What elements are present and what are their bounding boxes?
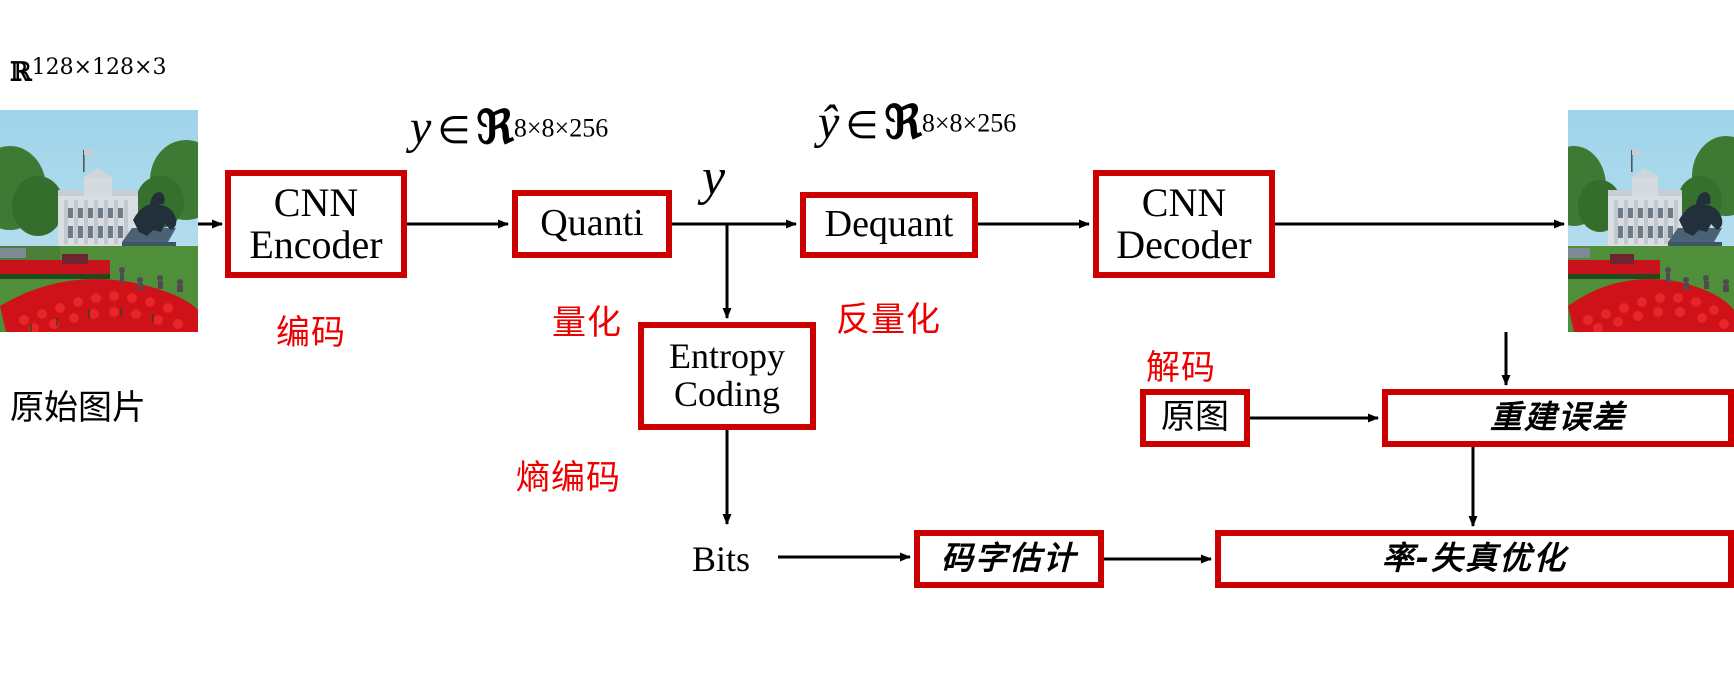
dequant-tensor-label: ŷ ∈ ℜ8×8×256	[818, 95, 1016, 150]
cnn-encoder-box[interactable]: CNN Encoder	[225, 170, 407, 278]
latent-in-operator: ∈	[437, 110, 471, 152]
latent-shape-sup: 8×8×256	[513, 113, 609, 143]
original-image-thumbnail	[0, 110, 222, 333]
reconstruction-error-box[interactable]: 重建误差	[1382, 389, 1734, 447]
rate-distortion-label: 率-失真优化	[1381, 539, 1568, 578]
latent-tensor-label: y ∈ ℜ8×8×256	[410, 100, 608, 155]
branch-y-symbol: y	[702, 149, 726, 206]
dequant-box[interactable]: Dequant	[800, 192, 978, 258]
annotation-dequantize: 反量化	[836, 300, 941, 340]
latent-y-symbol: y	[410, 101, 432, 154]
annotation-entropy-code: 熵编码	[516, 458, 621, 498]
original-image-box[interactable]: 原图	[1140, 389, 1250, 447]
yhat-shape-sup: 8×8×256	[921, 108, 1017, 138]
codeword-estimation-box[interactable]: 码字估计	[914, 530, 1104, 588]
cnn-decoder-box[interactable]: CNN Decoder	[1093, 170, 1275, 278]
yhat-symbol: ŷ	[818, 96, 840, 149]
reconstructed-image-thumbnail	[1542, 110, 1734, 333]
branch-y-label: y	[702, 148, 725, 207]
input-tensor-shape: ℝ128×128×3	[10, 55, 166, 87]
bits-label: Bits	[692, 539, 751, 579]
original-image-caption: 原始图片	[10, 388, 146, 428]
annotation-quantize: 量化	[552, 303, 622, 343]
entropy-coding-box[interactable]: Entropy Coding	[638, 322, 816, 430]
rate-distortion-box[interactable]: 率-失真优化	[1215, 530, 1734, 588]
yhat-in-operator: ∈	[845, 105, 879, 147]
reconstruction-error-label: 重建误差	[1489, 398, 1626, 437]
latent-field-symbol: ℜ	[476, 100, 514, 154]
codeword-estimation-label: 码字估计	[940, 539, 1077, 578]
quanti-box[interactable]: Quanti	[512, 190, 672, 258]
input-tensor-base: ℝ	[10, 57, 32, 88]
annotation-encode: 编码	[276, 313, 346, 353]
input-tensor-sup: 128×128×3	[31, 55, 167, 80]
yhat-field-symbol: ℜ	[884, 95, 922, 149]
diagram-canvas: ℝ128×128×3 原始图片 y ∈ ℜ8×8×256 ŷ ∈ ℜ8×8×25…	[0, 0, 1734, 691]
annotation-decode: 解码	[1146, 348, 1216, 388]
